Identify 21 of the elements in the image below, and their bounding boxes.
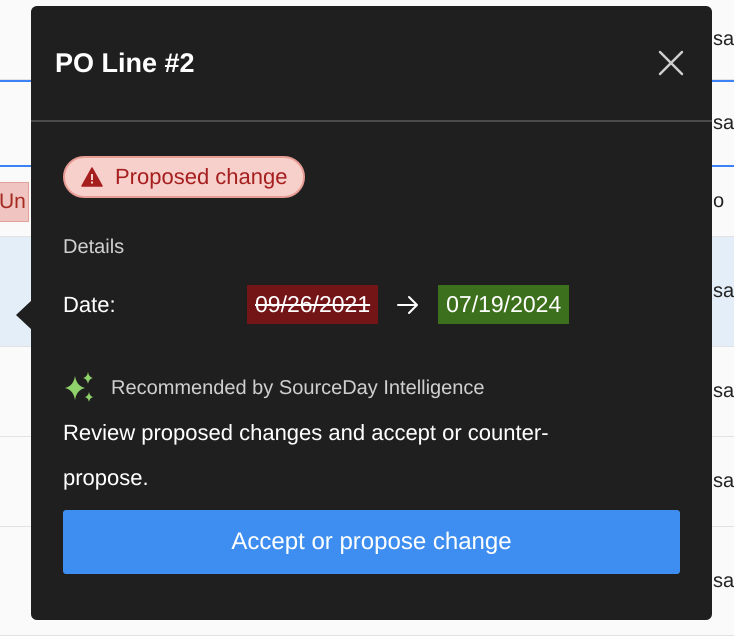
table-cell: sa [713,380,734,403]
new-value: 07/19/2024 [438,285,570,324]
table-cell: sa [713,570,734,592]
status-text: Proposed change [115,164,288,190]
warning-icon [81,167,103,187]
field-label: Date: [63,292,117,318]
table-cell: sa [713,470,734,493]
accept-button[interactable]: Accept or propose change [63,510,680,574]
close-button[interactable] [658,50,684,76]
message-text: Review proposed changes and accept or counter-propose. [63,419,550,492]
section-label: Details [63,236,124,259]
right-arrow-icon [396,294,420,314]
old-value: 09/26/2021 [247,285,378,324]
popover-title: PO Line #2 [55,48,195,78]
table-cell: sa [713,112,734,135]
table-cell: sa [713,28,734,51]
recommendation-text: Recommended by SourceDay Intelligence [111,376,485,400]
table-cell-text: o [713,190,726,213]
close-icon [658,50,684,76]
table-cell: sa [713,280,734,303]
status-badge: Un [0,182,29,222]
